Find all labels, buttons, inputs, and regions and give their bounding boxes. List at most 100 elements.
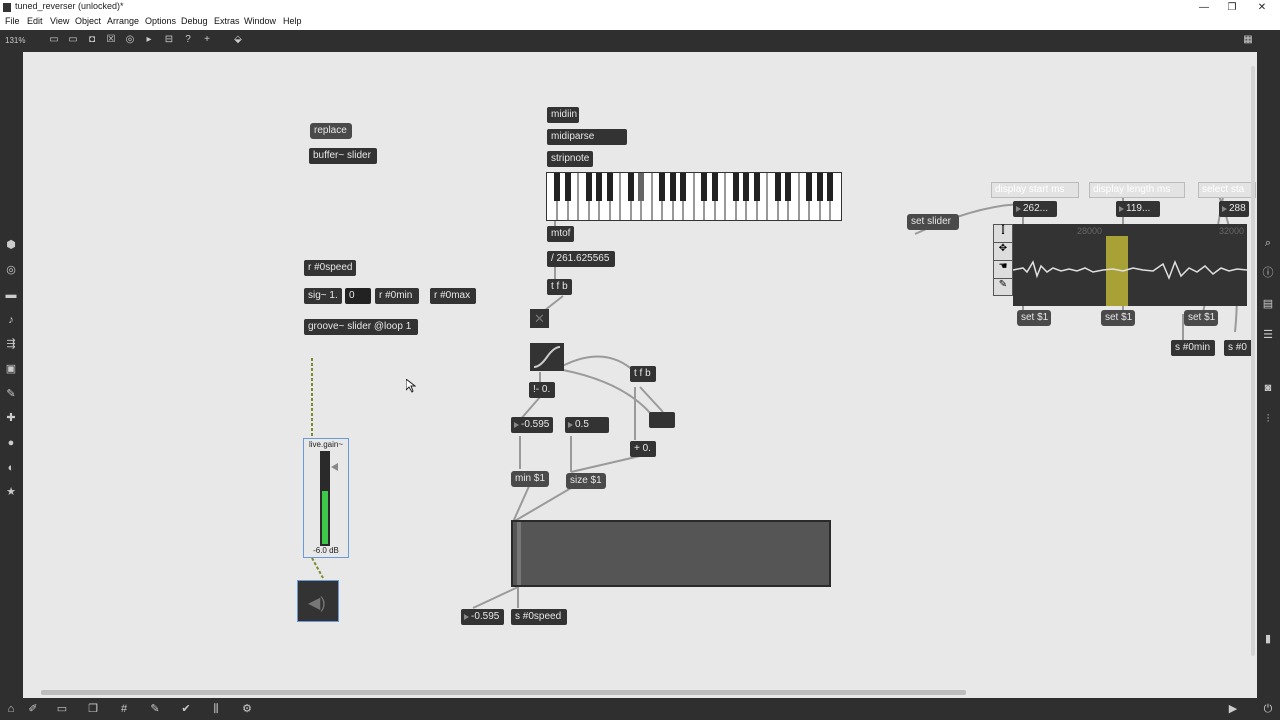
device-icon[interactable]: ▬ (4, 288, 18, 302)
send-min-object[interactable]: s #0min (1171, 340, 1215, 356)
image-icon[interactable]: ▣ (4, 362, 18, 376)
packages-icon[interactable]: ⬢ (4, 238, 18, 252)
buffer-object[interactable]: buffer~ slider (309, 148, 377, 164)
maximize-button[interactable]: ❐ (1218, 0, 1246, 15)
edit-icon[interactable]: ✐ (26, 702, 40, 716)
hand-tool-icon[interactable]: ☚ (994, 261, 1012, 279)
menu-view[interactable]: View (50, 16, 69, 26)
waveform-display[interactable]: 28000 32000 (1013, 224, 1247, 306)
trigger-object-2[interactable]: t f b (630, 366, 656, 382)
subtract-object[interactable]: !- 0. (529, 382, 555, 398)
min-message[interactable]: min $1 (511, 471, 549, 487)
number-box-length[interactable]: 119... (1116, 201, 1160, 217)
set-message-3[interactable]: set $1 (1184, 310, 1218, 326)
snap-icon[interactable]: ✎ (148, 702, 162, 716)
menu-object[interactable]: Object (75, 16, 101, 26)
zoom-level[interactable]: 131% (5, 36, 25, 45)
divide-object[interactable]: / 261.625565 (547, 251, 615, 267)
replace-message[interactable]: replace (310, 123, 352, 139)
range-slider-handle[interactable] (517, 522, 521, 585)
star-icon[interactable]: ★ (4, 485, 18, 499)
move-tool-icon[interactable]: ✥ (994, 243, 1012, 261)
button-icon[interactable]: ◎ (124, 34, 136, 46)
audio-output-button[interactable]: ◀) (297, 580, 339, 622)
groove-object[interactable]: groove~ slider @loop 1 (304, 319, 418, 335)
float-object[interactable] (649, 412, 675, 428)
wrench-icon[interactable]: ✔ (179, 702, 193, 716)
bang-button[interactable]: ✕ (530, 309, 549, 328)
select-tool-icon[interactable]: ⫿ (994, 225, 1012, 243)
mtof-object[interactable]: mtof (547, 226, 574, 242)
receive-min-object[interactable]: r #0min (375, 288, 419, 304)
patcher-icon[interactable]: ❐ (86, 702, 100, 716)
set-message-1[interactable]: set $1 (1017, 310, 1051, 326)
number-box-start[interactable]: 262... (1013, 201, 1057, 217)
menu-options[interactable]: Options (145, 16, 176, 26)
search-icon[interactable]: ⌕ (1261, 236, 1275, 250)
set-message-2[interactable]: set $1 (1101, 310, 1135, 326)
menu-arrange[interactable]: Arrange (107, 16, 139, 26)
size-message[interactable]: size $1 (566, 473, 606, 489)
receive-max-object[interactable]: r #0max (430, 288, 476, 304)
clip-icon[interactable]: ✎ (4, 387, 18, 401)
close-button[interactable]: ✕ (1248, 0, 1276, 15)
minimize-button[interactable]: — (1190, 0, 1218, 15)
receive-speed-object[interactable]: r #0speed (304, 260, 356, 276)
help-icon[interactable]: ? (182, 34, 194, 46)
grid-toggle-icon[interactable]: # (117, 702, 131, 716)
menu-window[interactable]: Window (244, 16, 276, 26)
horizontal-scrollbar[interactable] (41, 690, 966, 695)
menu-debug[interactable]: Debug (181, 16, 208, 26)
slider-icon[interactable]: ⊟ (163, 34, 175, 46)
camera-icon[interactable]: ◙ (1261, 381, 1275, 395)
number-box-half[interactable]: 0.5 (565, 417, 609, 433)
toggle-icon[interactable]: ☒ (105, 34, 117, 46)
list-icon[interactable]: ☰ (1261, 328, 1275, 342)
trigger-object-1[interactable]: t f b (547, 279, 572, 295)
vertical-scrollbar[interactable] (1251, 66, 1255, 656)
send-object-partial[interactable]: s #0 (1224, 340, 1254, 356)
columns-icon[interactable]: ⫼ (209, 702, 223, 716)
menu-extras[interactable]: Extras (214, 16, 240, 26)
clock-icon[interactable]: ◐ (4, 461, 18, 475)
menu-file[interactable]: File (5, 16, 20, 26)
presentation-mode-icon[interactable]: ▭ (55, 702, 69, 716)
midiparse-object[interactable]: midiparse (547, 129, 627, 145)
book-icon[interactable]: ▤ (1261, 297, 1275, 311)
new-object-icon[interactable]: ▭ (67, 34, 79, 46)
zero-number-box[interactable]: 0 (345, 288, 371, 304)
menu-edit[interactable]: Edit (27, 16, 43, 26)
target-icon[interactable]: ◎ (4, 263, 18, 277)
set-slider-message[interactable]: set slider (907, 214, 959, 230)
music-icon[interactable]: ♪ (4, 313, 18, 327)
add-icon[interactable]: + (201, 34, 213, 46)
number-box-select[interactable]: 288 (1219, 201, 1249, 217)
debug-icon[interactable]: ⚙ (240, 702, 254, 716)
mixer-icon[interactable]: ⫶ (1261, 412, 1275, 426)
message-icon[interactable]: ◘ (86, 34, 98, 46)
function-object[interactable] (530, 343, 564, 371)
pencil-tool-icon[interactable]: ✎ (994, 279, 1012, 296)
gain-pointer[interactable] (331, 463, 338, 471)
number-box-negative[interactable]: -0.595 (511, 417, 553, 433)
presentation-icon[interactable]: ▭ (48, 34, 60, 46)
menu-help[interactable]: Help (283, 16, 302, 26)
grid-icon[interactable]: ▦ (1242, 34, 1254, 46)
number-icon[interactable]: ▸ (143, 34, 155, 46)
midiin-object[interactable]: midiin (547, 107, 579, 123)
meter-icon[interactable]: ▮ (1261, 632, 1275, 646)
vst-icon[interactable]: ● (4, 436, 18, 450)
sequence-icon[interactable]: ⇶ (4, 337, 18, 351)
info-icon[interactable]: ⓘ (1261, 266, 1275, 280)
stripnote-object[interactable]: stripnote (547, 151, 593, 167)
power-icon[interactable]: ⏻ (1261, 702, 1275, 716)
kslider-keyboard[interactable] (546, 172, 842, 221)
add-object[interactable]: + 0. (630, 441, 656, 457)
audio-play-icon[interactable]: ▶ (1226, 702, 1240, 716)
plugin-icon[interactable]: ✚ (4, 411, 18, 425)
patcher-canvas[interactable]: replace buffer~ slider r #0speed sig~ 1.… (23, 52, 1257, 698)
lock-icon[interactable]: ⌂ (4, 702, 18, 716)
paint-icon[interactable]: ⬙ (232, 34, 244, 46)
sig-object[interactable]: sig~ 1. (304, 288, 342, 304)
number-box-output[interactable]: -0.595 (461, 609, 504, 625)
